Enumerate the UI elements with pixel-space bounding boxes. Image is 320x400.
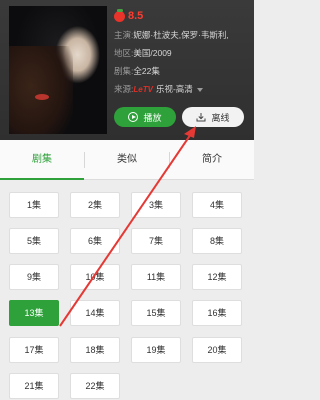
play-button-label: 播放: [143, 112, 162, 123]
source-line[interactable]: 来源:LeTV 乐视-高清: [114, 80, 254, 98]
region-line: 地区:美国/2009: [114, 44, 254, 62]
episode-button[interactable]: 3集: [131, 192, 181, 218]
tab-episodes[interactable]: 剧集: [0, 140, 84, 180]
episode-button[interactable]: 13集: [9, 300, 59, 326]
tomato-icon: [114, 8, 125, 22]
episode-button[interactable]: 4集: [192, 192, 242, 218]
source-value: 乐视-高清: [155, 84, 193, 94]
episode-button[interactable]: 15集: [131, 300, 181, 326]
region-label: 地区:: [114, 48, 134, 58]
episode-button[interactable]: 11集: [131, 264, 181, 290]
episode-button[interactable]: 8集: [192, 228, 242, 254]
episode-button[interactable]: 21集: [9, 373, 59, 399]
region-value: 美国/2009: [133, 48, 172, 58]
rating-score: 8.5: [128, 10, 144, 22]
offline-button-label: 离线: [211, 112, 230, 123]
episode-button[interactable]: 14集: [70, 300, 120, 326]
episode-button[interactable]: 10集: [70, 264, 120, 290]
episode-button[interactable]: 12集: [192, 264, 242, 290]
episode-button[interactable]: 9集: [9, 264, 59, 290]
episode-button[interactable]: 7集: [131, 228, 181, 254]
episode-button[interactable]: 2集: [70, 192, 120, 218]
play-icon: [128, 112, 139, 122]
show-header: 8.5 主演:妮娜·杜波夫,保罗·韦斯利, 地区:美国/2009 剧集:全22集…: [0, 0, 254, 140]
cast-label: 主演:: [114, 30, 134, 40]
tab-bar: 剧集 类似 简介: [0, 140, 254, 180]
episodes-label: 剧集:: [114, 66, 134, 76]
download-icon: [196, 113, 206, 122]
episode-button[interactable]: 6集: [70, 228, 120, 254]
play-button[interactable]: 播放: [114, 107, 176, 127]
episode-button[interactable]: 5集: [9, 228, 59, 254]
tab-similar[interactable]: 类似: [85, 140, 169, 179]
letv-logo: LeTV: [133, 85, 153, 94]
rating-row: 8.5: [114, 6, 254, 26]
episode-button[interactable]: 22集: [70, 373, 120, 399]
episode-button[interactable]: 20集: [192, 337, 242, 363]
episode-button[interactable]: 17集: [9, 337, 59, 363]
offline-download-button[interactable]: 离线: [182, 107, 244, 127]
tab-synopsis[interactable]: 简介: [170, 140, 254, 179]
cast-line: 主演:妮娜·杜波夫,保罗·韦斯利,: [114, 26, 254, 44]
episode-button[interactable]: 18集: [70, 337, 120, 363]
poster-image[interactable]: [9, 6, 107, 134]
dropdown-triangle-icon[interactable]: [196, 87, 203, 92]
episode-button[interactable]: 19集: [131, 337, 181, 363]
episode-button[interactable]: 1集: [9, 192, 59, 218]
poster-hair-shape: [9, 46, 73, 134]
source-label: 来源:: [114, 84, 134, 94]
episodes-value: 全22集: [133, 66, 160, 76]
episode-button[interactable]: 16集: [192, 300, 242, 326]
episodes-line: 剧集:全22集: [114, 62, 254, 80]
show-info: 8.5 主演:妮娜·杜波夫,保罗·韦斯利, 地区:美国/2009 剧集:全22集…: [114, 6, 254, 98]
poster-lips-shape: [35, 94, 49, 100]
cast-value: 妮娜·杜波夫,保罗·韦斯利,: [133, 30, 229, 40]
